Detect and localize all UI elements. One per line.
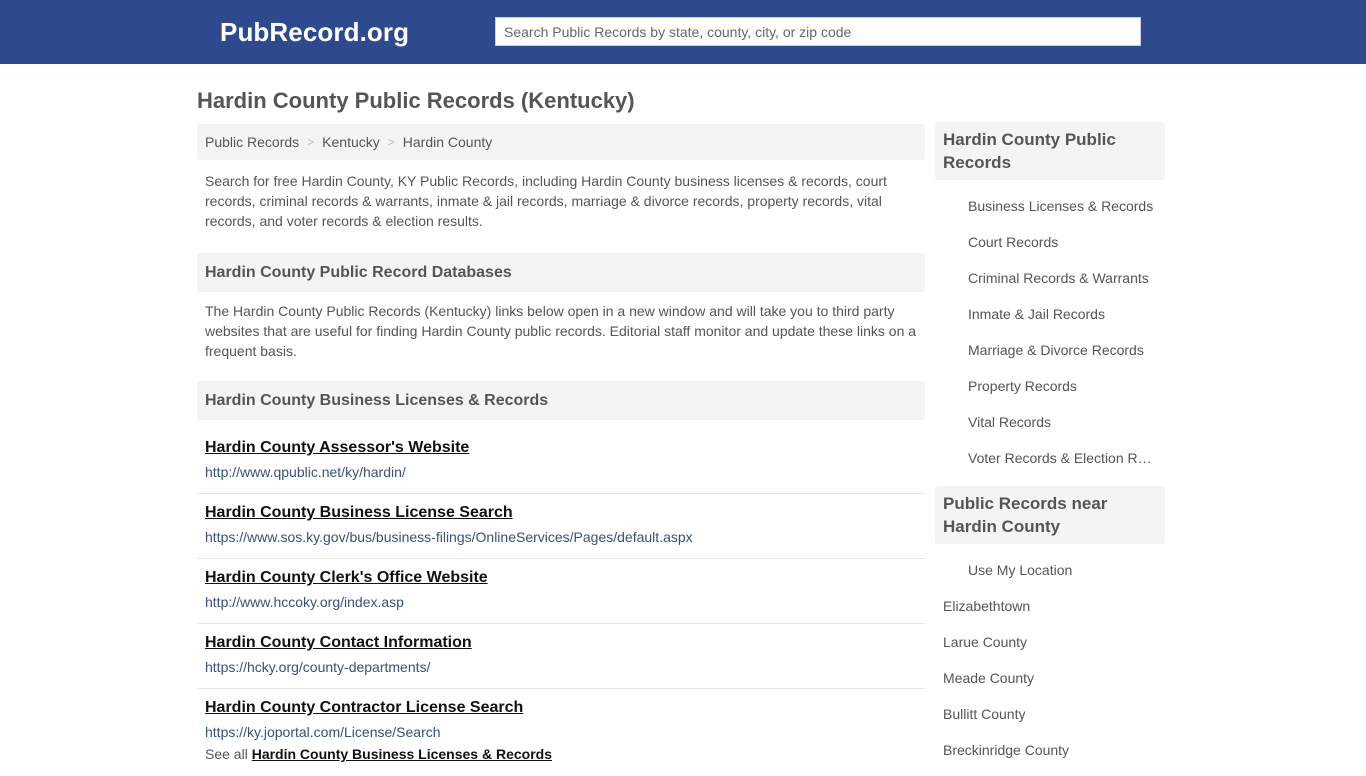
nearby-item: Bullitt County	[935, 696, 1165, 732]
link-url[interactable]: http://www.hccoky.org/index.asp	[205, 593, 917, 611]
link-url[interactable]: http://www.qpublic.net/ky/hardin/	[205, 463, 917, 481]
page-title: Hardin County Public Records (Kentucky)	[197, 88, 635, 113]
use-location-list: Use My Location	[935, 544, 1165, 588]
sidebar-item-criminal: Criminal Records & Warrants	[935, 260, 1165, 296]
nearby-link[interactable]: Elizabethtown	[943, 598, 1030, 614]
search-input[interactable]	[495, 17, 1141, 46]
sidebar-item-vital: Vital Records	[935, 404, 1165, 440]
site-logo[interactable]: PubRecord.org	[220, 17, 409, 48]
breadcrumb-hardin-county[interactable]: Hardin County	[403, 134, 493, 150]
nearby-link[interactable]: Bullitt County	[943, 706, 1025, 722]
business-section-heading: Hardin County Business Licenses & Record…	[197, 381, 925, 420]
main-content: Public Records > Kentucky > Hardin Count…	[197, 124, 925, 762]
databases-heading: Hardin County Public Record Databases	[197, 253, 925, 292]
breadcrumb: Public Records > Kentucky > Hardin Count…	[197, 124, 925, 160]
nearby-link[interactable]: Breckinridge County	[943, 742, 1069, 758]
sidebar-item-business: Business Licenses & Records	[935, 188, 1165, 224]
link-title[interactable]: Hardin County Clerk's Office Website	[205, 568, 917, 588]
list-item: Hardin County Assessor's Website http://…	[197, 429, 925, 494]
sidebar-link[interactable]: Court Records	[968, 234, 1058, 250]
business-links-list: Hardin County Assessor's Website http://…	[197, 429, 925, 754]
sidebar-link[interactable]: Criminal Records & Warrants	[968, 270, 1149, 286]
sidebar-link[interactable]: Voter Records & Election Results	[968, 450, 1158, 466]
nearby-link[interactable]: Meade County	[943, 670, 1034, 686]
sidebar-item-voter: Voter Records & Election Results	[935, 440, 1165, 476]
nearby-item: Breckinridge County	[935, 732, 1165, 768]
list-item: Hardin County Contractor License Search …	[197, 689, 925, 754]
sidebar-records-list: Business Licenses & Records Court Record…	[935, 180, 1165, 484]
sidebar-near-heading: Public Records near Hardin County	[935, 486, 1165, 544]
link-url[interactable]: https://ky.joportal.com/License/Search	[205, 723, 917, 741]
sidebar-link[interactable]: Property Records	[968, 378, 1077, 394]
see-all-prefix: See all	[205, 746, 248, 762]
link-title[interactable]: Hardin County Business License Search	[205, 503, 917, 523]
sidebar: Hardin County Public Records Business Li…	[935, 122, 1165, 776]
nearby-item: Meade County	[935, 660, 1165, 696]
sidebar-link[interactable]: Business Licenses & Records	[968, 198, 1153, 214]
site-header: PubRecord.org	[0, 0, 1366, 64]
intro-text: Search for free Hardin County, KY Public…	[205, 173, 887, 229]
sidebar-link[interactable]: Vital Records	[968, 414, 1051, 430]
sidebar-item-property: Property Records	[935, 368, 1165, 404]
nearby-item: Elizabethtown	[935, 588, 1165, 624]
nearby-item: Larue County	[935, 624, 1165, 660]
breadcrumb-public-records[interactable]: Public Records	[205, 134, 299, 150]
see-all-link[interactable]: Hardin County Business Licenses & Record…	[252, 746, 552, 762]
sidebar-item-court: Court Records	[935, 224, 1165, 260]
use-my-location-link[interactable]: Use My Location	[968, 562, 1072, 578]
link-title[interactable]: Hardin County Assessor's Website	[205, 438, 917, 458]
breadcrumb-kentucky[interactable]: Kentucky	[322, 134, 380, 150]
nearby-list: Elizabethtown Larue County Meade County …	[935, 588, 1165, 776]
list-item: Hardin County Contact Information https:…	[197, 624, 925, 689]
sidebar-item-inmate: Inmate & Jail Records	[935, 296, 1165, 332]
list-item: Hardin County Clerk's Office Website htt…	[197, 559, 925, 624]
nearby-link[interactable]: Larue County	[943, 634, 1027, 650]
see-all-line: See all Hardin County Business Licenses …	[197, 746, 925, 762]
breadcrumb-separator: >	[387, 135, 395, 149]
link-url[interactable]: https://www.sos.ky.gov/bus/business-fili…	[205, 528, 917, 546]
link-url[interactable]: https://hcky.org/county-departments/	[205, 658, 917, 676]
use-my-location-item: Use My Location	[935, 552, 1165, 588]
sidebar-records-heading: Hardin County Public Records	[935, 122, 1165, 180]
sidebar-link[interactable]: Marriage & Divorce Records	[968, 342, 1144, 358]
databases-description: The Hardin County Public Records (Kentuc…	[205, 303, 917, 359]
list-item: Hardin County Business License Search ht…	[197, 494, 925, 559]
link-title[interactable]: Hardin County Contractor License Search	[205, 698, 917, 718]
link-title[interactable]: Hardin County Contact Information	[205, 633, 917, 653]
breadcrumb-separator: >	[307, 135, 315, 149]
sidebar-item-marriage: Marriage & Divorce Records	[935, 332, 1165, 368]
sidebar-link[interactable]: Inmate & Jail Records	[968, 306, 1105, 322]
